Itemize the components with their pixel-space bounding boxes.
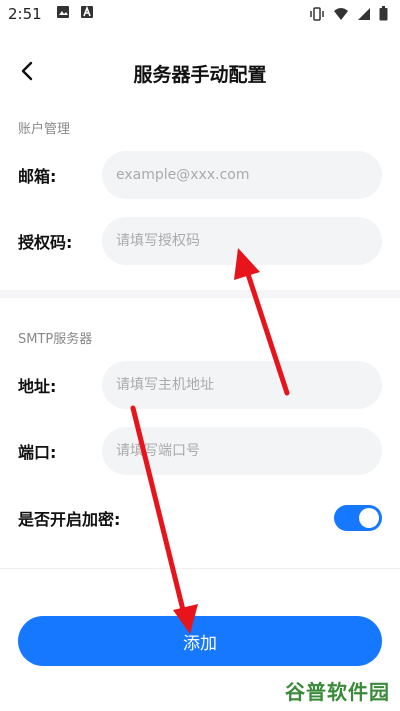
gallery-icon [56,5,70,23]
status-bar: 2:51 [0,0,400,28]
vibrate-icon [309,6,325,25]
status-time: 2:51 [8,5,42,23]
page-title: 服务器手动配置 [133,63,267,86]
app-header: 服务器手动配置 [0,50,400,96]
add-button[interactable]: 添加 [18,616,382,666]
watermark-logo: 谷普软件园 [285,680,390,704]
section-label-account: 账户管理 [18,122,71,137]
address-label: 地址: [18,377,57,396]
auth-code-row: 授权码: [0,217,400,265]
battery-icon [379,6,388,25]
back-button[interactable] [12,58,42,88]
wifi-icon [333,7,349,25]
email-row: 邮箱: [0,151,400,199]
a-icon [80,5,94,23]
port-field[interactable] [102,427,382,475]
email-field[interactable] [102,151,382,199]
port-label: 端口: [18,443,57,462]
port-row: 端口: [0,427,400,475]
email-label: 邮箱: [18,167,57,186]
section-divider [0,290,400,298]
encryption-label: 是否开启加密: [18,510,121,529]
address-field[interactable] [102,361,382,409]
signal-icon [357,7,371,25]
auth-code-field[interactable] [102,217,382,265]
auth-code-label: 授权码: [18,233,73,252]
bottom-divider [0,568,400,569]
toggle-knob [359,508,379,528]
chevron-left-icon [20,61,34,85]
section-label-smtp: SMTP服务器 [18,332,93,347]
address-row: 地址: [0,361,400,409]
annotation-arrows [130,248,290,634]
encryption-toggle[interactable] [334,505,382,531]
